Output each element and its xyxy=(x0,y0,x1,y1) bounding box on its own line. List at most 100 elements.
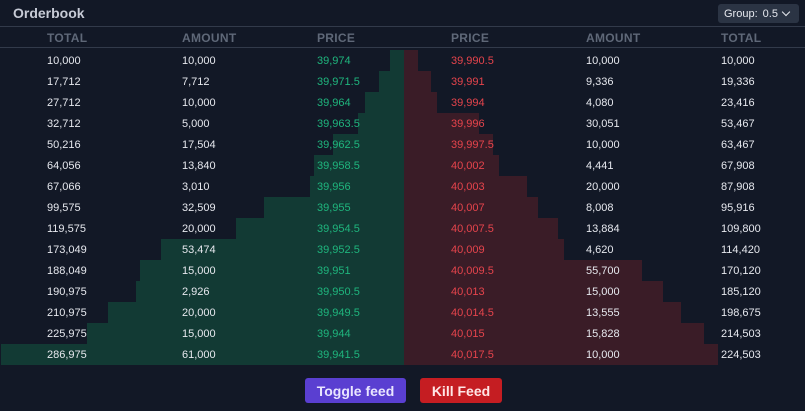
ask-total: 67,908 xyxy=(721,160,755,172)
bid-price: 39,944 xyxy=(317,328,351,340)
bid-price: 39,954.5 xyxy=(317,223,360,235)
bid-total: 10,000 xyxy=(47,55,81,67)
bid-total: 50,216 xyxy=(47,139,81,151)
bid-total: 64,056 xyxy=(47,160,81,172)
ask-amount: 20,000 xyxy=(586,181,620,193)
ask-total: 109,800 xyxy=(721,223,761,235)
ask-price: 39,991 xyxy=(451,76,485,88)
bids-amount-header: AMOUNT xyxy=(182,31,237,45)
header-divider xyxy=(0,47,805,48)
ask-amount: 4,080 xyxy=(586,97,614,109)
bid-amount: 2,926 xyxy=(182,286,210,298)
group-select[interactable]: Group: 0.5 xyxy=(718,4,799,23)
ask-price: 40,003 xyxy=(451,181,485,193)
bid-total: 225,975 xyxy=(47,328,87,340)
ask-total: 19,336 xyxy=(721,76,755,88)
bid-total: 190,975 xyxy=(47,286,87,298)
ask-amount: 9,336 xyxy=(586,76,614,88)
bid-total: 210,975 xyxy=(47,307,87,319)
ask-row: 39,990.5 10,000 10,000 xyxy=(404,50,805,71)
bid-amount: 15,000 xyxy=(182,265,216,277)
ask-row: 40,009 4,620 114,420 xyxy=(404,239,805,260)
bid-amount: 61,000 xyxy=(182,349,216,361)
bid-amount: 20,000 xyxy=(182,223,216,235)
ask-amount: 15,828 xyxy=(586,328,620,340)
bid-amount: 10,000 xyxy=(182,97,216,109)
ask-amount: 55,700 xyxy=(586,265,620,277)
bid-price: 39,950.5 xyxy=(317,286,360,298)
bid-total: 173,049 xyxy=(47,244,87,256)
ask-price: 40,007 xyxy=(451,202,485,214)
bid-price: 39,956 xyxy=(317,181,351,193)
ask-total: 214,503 xyxy=(721,328,761,340)
ask-row: 40,007.5 13,884 109,800 xyxy=(404,218,805,239)
bid-amount: 10,000 xyxy=(182,55,216,67)
bid-row: 119,575 20,000 39,954.5 xyxy=(0,218,404,239)
bid-row: 67,066 3,010 39,956 xyxy=(0,176,404,197)
bid-price: 39,955 xyxy=(317,202,351,214)
bid-price: 39,962.5 xyxy=(317,139,360,151)
bid-row: 32,712 5,000 39,963.5 xyxy=(0,113,404,134)
bid-price: 39,971.5 xyxy=(317,76,360,88)
bids-total-header: TOTAL xyxy=(47,31,88,45)
chevron-down-icon xyxy=(781,7,791,17)
bid-price: 39,949.5 xyxy=(317,307,360,319)
ask-price: 40,014.5 xyxy=(451,307,494,319)
ask-amount: 4,441 xyxy=(586,160,614,172)
bid-amount: 3,010 xyxy=(182,181,210,193)
ask-price: 40,007.5 xyxy=(451,223,494,235)
bid-row: 27,712 10,000 39,964 xyxy=(0,92,404,113)
bids-price-header: PRICE xyxy=(317,31,356,45)
ask-amount: 10,000 xyxy=(586,139,620,151)
ask-total: 198,675 xyxy=(721,307,761,319)
ask-price: 39,990.5 xyxy=(451,55,494,67)
ask-row: 40,002 4,441 67,908 xyxy=(404,155,805,176)
ask-amount: 4,620 xyxy=(586,244,614,256)
ask-price: 40,002 xyxy=(451,160,485,172)
bid-amount: 5,000 xyxy=(182,118,210,130)
bid-row: 17,712 7,712 39,971.5 xyxy=(0,71,404,92)
bid-price: 39,952.5 xyxy=(317,244,360,256)
ask-total: 87,908 xyxy=(721,181,755,193)
ask-total: 63,467 xyxy=(721,139,755,151)
ask-row: 39,997.5 10,000 63,467 xyxy=(404,134,805,155)
ask-amount: 10,000 xyxy=(586,349,620,361)
bid-price: 39,963.5 xyxy=(317,118,360,130)
ask-total: 53,467 xyxy=(721,118,755,130)
bid-total: 188,049 xyxy=(47,265,87,277)
ask-total: 224,503 xyxy=(721,349,761,361)
bid-total: 286,975 xyxy=(47,349,87,361)
ask-amount: 13,884 xyxy=(586,223,620,235)
kill-feed-button[interactable]: Kill Feed xyxy=(420,378,502,403)
bid-row: 210,975 20,000 39,949.5 xyxy=(0,302,404,323)
bid-row: 173,049 53,474 39,952.5 xyxy=(0,239,404,260)
bid-price: 39,974 xyxy=(317,55,351,67)
ask-amount: 13,555 xyxy=(586,307,620,319)
ask-total: 170,120 xyxy=(721,265,761,277)
bid-total: 27,712 xyxy=(47,97,81,109)
bid-total: 119,575 xyxy=(47,223,86,235)
page-title: Orderbook xyxy=(13,5,85,21)
ask-total: 23,416 xyxy=(721,97,755,109)
toggle-feed-button[interactable]: Toggle feed xyxy=(305,378,406,403)
ask-price: 39,996 xyxy=(451,118,485,130)
ask-total: 95,916 xyxy=(721,202,755,214)
ask-row: 40,015 15,828 214,503 xyxy=(404,323,805,344)
bid-amount: 15,000 xyxy=(182,328,216,340)
bid-row: 225,975 15,000 39,944 xyxy=(0,323,404,344)
bid-amount: 7,712 xyxy=(182,76,210,88)
bid-price: 39,964 xyxy=(317,97,351,109)
bid-total: 99,575 xyxy=(47,202,81,214)
ask-row: 39,996 30,051 53,467 xyxy=(404,113,805,134)
ask-amount: 8,008 xyxy=(586,202,614,214)
ask-row: 40,003 20,000 87,908 xyxy=(404,176,805,197)
ask-row: 39,994 4,080 23,416 xyxy=(404,92,805,113)
ask-amount: 30,051 xyxy=(586,118,620,130)
bid-row: 10,000 10,000 39,974 xyxy=(0,50,404,71)
ask-row: 39,991 9,336 19,336 xyxy=(404,71,805,92)
ask-price: 40,015 xyxy=(451,328,485,340)
asks-amount-header: AMOUNT xyxy=(586,31,641,45)
asks-total-header: TOTAL xyxy=(721,31,762,45)
bid-amount: 17,504 xyxy=(182,139,216,151)
asks-price-header: PRICE xyxy=(451,31,490,45)
